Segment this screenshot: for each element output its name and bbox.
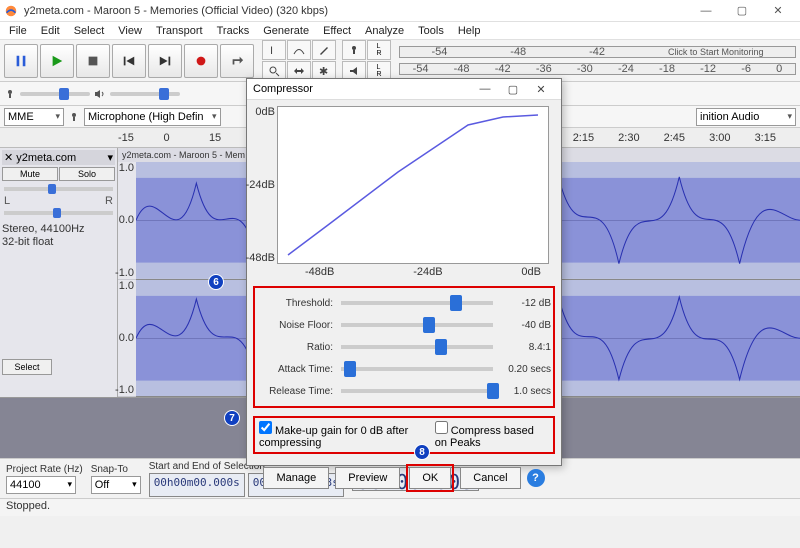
menu-edit[interactable]: Edit (34, 24, 67, 38)
annotation-8: 8 (414, 444, 430, 460)
chart-y-axis: 0dB-24dB-48dB (253, 106, 275, 264)
compressor-dialog: Compressor — ▢ ✕ 0dB-24dB-48dB -48dB-24d… (246, 78, 562, 466)
input-device-select[interactable]: Microphone (High Defin (84, 108, 221, 126)
menu-effect[interactable]: Effect (316, 24, 358, 38)
menu-generate[interactable]: Generate (256, 24, 316, 38)
transport-toolbar: I ✱ LR LR -54-48-42Click to Start Monito… (0, 40, 800, 82)
skip-end-button[interactable] (148, 44, 182, 78)
track-select-button[interactable]: Select (2, 359, 52, 375)
svg-text:✱: ✱ (319, 66, 328, 77)
app-icon (4, 4, 18, 18)
stop-button[interactable] (76, 44, 110, 78)
rec-volume-slider[interactable] (20, 92, 90, 96)
noise-floor-slider[interactable] (341, 323, 493, 327)
attack-slider[interactable] (341, 367, 493, 371)
ok-button[interactable]: OK (409, 467, 451, 489)
compress-peaks-checkbox[interactable]: Compress based on Peaks (435, 421, 549, 449)
rec-meter-icon[interactable] (342, 40, 366, 60)
solo-button[interactable]: Solo (59, 167, 115, 181)
dialog-maximize-button[interactable]: ▢ (499, 79, 527, 99)
pause-button[interactable] (4, 44, 38, 78)
project-rate-select[interactable]: 44100 (6, 476, 76, 494)
threshold-slider[interactable] (341, 301, 493, 305)
selection-tool[interactable]: I (262, 40, 286, 60)
mic-icon (4, 88, 16, 100)
mute-button[interactable]: Mute (2, 167, 58, 181)
loop-button[interactable] (220, 44, 254, 78)
menu-file[interactable]: File (2, 24, 34, 38)
release-slider[interactable] (341, 389, 493, 393)
window-title: y2meta.com - Maroon 5 - Memories (Offici… (24, 5, 688, 17)
record-meter[interactable]: -54-48-42Click to Start Monitoring (399, 46, 796, 58)
ratio-slider[interactable] (341, 345, 493, 349)
menu-tools[interactable]: Tools (411, 24, 451, 38)
dialog-minimize-button[interactable]: — (471, 79, 499, 99)
mic-icon-2 (68, 111, 80, 123)
svg-text:I: I (270, 45, 273, 56)
track-name[interactable]: y2meta.com (16, 152, 76, 164)
pan-slider[interactable] (4, 211, 113, 215)
compressor-checks: Make-up gain for 0 dB after compressing … (253, 416, 555, 454)
dialog-buttons: Manage Preview OK Cancel ? (253, 464, 555, 492)
track-close-icon[interactable]: ✕ (4, 151, 13, 164)
snap-label: Snap-To (91, 464, 141, 475)
compressor-chart (277, 106, 549, 264)
track-control-panel: ✕ y2meta.com ▾ Mute Solo LR Stereo, 4410… (0, 148, 118, 397)
minimize-button[interactable]: — (688, 0, 724, 22)
dialog-close-button[interactable]: ✕ (527, 79, 555, 99)
selection-start-field[interactable]: 00h00m00.000s (149, 473, 245, 497)
cancel-button[interactable]: Cancel (460, 467, 520, 489)
dialog-title: Compressor (253, 83, 471, 95)
makeup-gain-checkbox[interactable]: Make-up gain for 0 dB after compressing (259, 421, 425, 449)
help-button[interactable]: ? (527, 469, 545, 487)
menu-select[interactable]: Select (67, 24, 112, 38)
menu-tracks[interactable]: Tracks (210, 24, 257, 38)
skip-start-button[interactable] (112, 44, 146, 78)
annotation-7: 7 (224, 410, 240, 426)
preview-button[interactable]: Preview (335, 467, 400, 489)
speaker-icon (94, 88, 106, 100)
menu-view[interactable]: View (111, 24, 149, 38)
play-volume-slider[interactable] (110, 92, 180, 96)
statusbar: Stopped. (0, 498, 800, 516)
menu-help[interactable]: Help (451, 24, 488, 38)
window-titlebar: y2meta.com - Maroon 5 - Memories (Offici… (0, 0, 800, 22)
manage-button[interactable]: Manage (263, 467, 329, 489)
play-button[interactable] (40, 44, 74, 78)
draw-tool[interactable] (312, 40, 336, 60)
annotation-6: 6 (208, 274, 224, 290)
project-rate-label: Project Rate (Hz) (6, 464, 83, 475)
meter-area: -54-48-42Click to Start Monitoring -54-4… (399, 44, 796, 77)
snap-select[interactable]: Off (91, 476, 141, 494)
playback-meter[interactable]: -54-48-42-36-30-24-18-12-60 (399, 63, 796, 75)
chart-x-axis: -48dB-24dB0dB (277, 266, 549, 278)
menu-analyze[interactable]: Analyze (358, 24, 411, 38)
maximize-button[interactable]: ▢ (724, 0, 760, 22)
track-format: Stereo, 44100Hz32-bit float (2, 223, 115, 249)
gain-slider[interactable] (4, 187, 113, 191)
track-menu-chevron-icon[interactable]: ▾ (107, 151, 113, 164)
audio-host-select[interactable]: MME (4, 108, 64, 126)
compressor-params: Threshold:-12 dB Noise Floor:-40 dB Rati… (253, 286, 555, 408)
rec-lr-label: LR (367, 40, 391, 60)
record-button[interactable] (184, 44, 218, 78)
close-button[interactable]: ✕ (760, 0, 796, 22)
menu-transport[interactable]: Transport (149, 24, 210, 38)
envelope-tool[interactable] (287, 40, 311, 60)
menubar: File Edit Select View Transport Tracks G… (0, 22, 800, 40)
output-device-select[interactable]: inition Audio (696, 108, 796, 126)
tool-grid: I ✱ (262, 40, 336, 81)
